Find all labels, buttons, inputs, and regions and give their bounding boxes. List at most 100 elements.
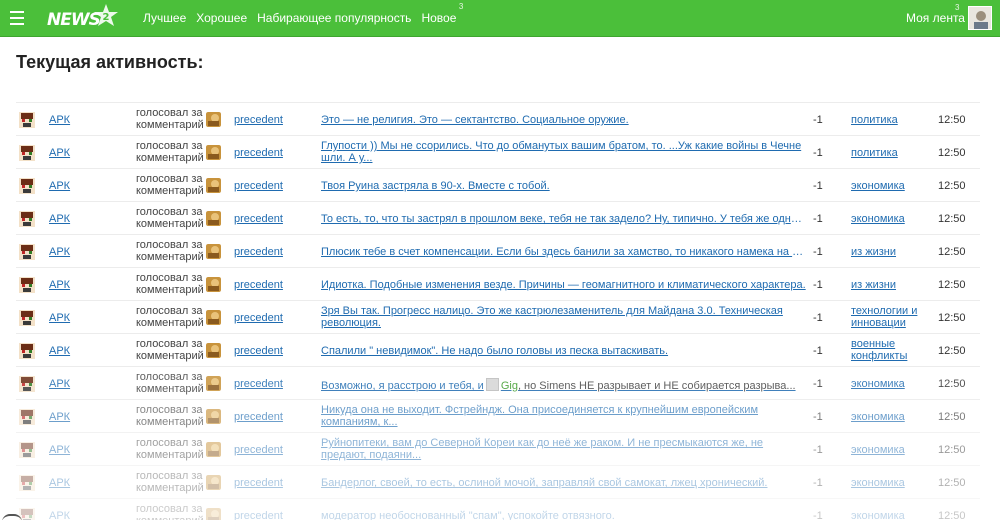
table-row: АРК голосовал за комментарий precedent Банд… — [16, 466, 980, 499]
timestamp: 12:50 — [938, 279, 966, 291]
table-row: АРК голосовал за комментарий precedent Спал… — [16, 334, 980, 367]
vote-score: -1 — [813, 411, 823, 423]
table-row: АРК голосовал за комментарий precedent Глуп… — [16, 136, 980, 169]
voter-name-link[interactable]: АРК — [49, 114, 70, 126]
voter-name-link[interactable]: АРК — [49, 510, 70, 520]
comment-text-link[interactable]: Никуда она не выходит. Фстрейндж. Она пр… — [321, 404, 806, 428]
nav-good[interactable]: Хорошее — [196, 11, 247, 25]
voter-name-link[interactable]: АРК — [49, 312, 70, 324]
author-name-link[interactable]: precedent — [234, 477, 283, 489]
mention-avatar-icon — [485, 378, 499, 391]
table-row: АРК голосовал за комментарий precedent Твоя… — [16, 169, 980, 202]
author-avatar-icon — [206, 211, 221, 226]
action-label: голосовал за комментарий — [136, 107, 204, 131]
timestamp: 12:50 — [938, 477, 966, 489]
author-name-link[interactable]: precedent — [234, 180, 283, 192]
author-name-link[interactable]: precedent — [234, 114, 283, 126]
author-name-link[interactable]: precedent — [234, 246, 283, 258]
author-name-link[interactable]: precedent — [234, 279, 283, 291]
logo-badge-icon: 2 — [94, 4, 118, 26]
voter-name-link[interactable]: АРК — [49, 147, 70, 159]
voter-name-link[interactable]: АРК — [49, 246, 70, 258]
author-avatar-icon — [206, 145, 221, 160]
comment-text-link[interactable]: Это — не религия. Это — сектантство. Соц… — [321, 114, 806, 126]
author-name-link[interactable]: precedent — [234, 510, 283, 520]
comment-text-link[interactable]: То есть, то, что ты застрял в прошлом ве… — [321, 213, 806, 225]
timestamp: 12:50 — [938, 378, 966, 390]
category-link[interactable]: политика — [851, 147, 921, 159]
table-row: АРК голосовал за комментарий precedent Возм… — [16, 367, 980, 400]
timestamp: 12:50 — [938, 312, 966, 324]
nav-best[interactable]: Лучшее — [143, 11, 186, 25]
action-label: голосовал за комментарий — [136, 239, 204, 263]
author-avatar-icon — [206, 475, 221, 490]
timestamp: 12:50 — [938, 444, 966, 456]
category-link[interactable]: экономика — [851, 444, 921, 456]
nav-trending[interactable]: Набирающее популярность — [257, 11, 411, 25]
category-link[interactable]: из жизни — [851, 279, 921, 291]
category-link[interactable]: экономика — [851, 378, 921, 390]
comment-text-link[interactable]: Руйнопитеки, вам до Северной Кореи как д… — [321, 437, 806, 461]
vote-score: -1 — [813, 510, 823, 520]
mention-user-link[interactable]: Gig — [501, 380, 518, 392]
category-link[interactable]: технологии и инновации — [851, 305, 921, 329]
comment-text-link[interactable]: Идиотка. Подобные изменения везде. Причи… — [321, 279, 806, 291]
author-name-link[interactable]: precedent — [234, 345, 283, 357]
vote-score: -1 — [813, 246, 823, 258]
author-avatar-icon — [206, 343, 221, 358]
category-link[interactable]: экономика — [851, 477, 921, 489]
voter-name-link[interactable]: АРК — [49, 411, 70, 423]
action-label: голосовал за комментарий — [136, 470, 204, 494]
user-avatar[interactable] — [968, 6, 992, 30]
author-name-link[interactable]: precedent — [234, 411, 283, 423]
voter-name-link[interactable]: АРК — [49, 378, 70, 390]
voter-name-link[interactable]: АРК — [49, 279, 70, 291]
voter-name-link[interactable]: АРК — [49, 345, 70, 357]
user-avatar-icon — [969, 7, 991, 29]
timestamp: 12:50 — [938, 180, 966, 192]
author-avatar-icon — [206, 244, 221, 259]
voter-name-link[interactable]: АРК — [49, 213, 70, 225]
author-name-link[interactable]: precedent — [234, 444, 283, 456]
voter-avatar-icon — [19, 178, 35, 194]
timestamp: 12:50 — [938, 246, 966, 258]
author-name-link[interactable]: precedent — [234, 378, 283, 390]
comment-text-link[interactable]: Возможно, я расстрою и тебя, и Gig, но Si… — [321, 378, 806, 392]
vote-score: -1 — [813, 147, 823, 159]
voter-name-link[interactable]: АРК — [49, 444, 70, 456]
voter-avatar-icon — [19, 409, 35, 425]
comment-text-link[interactable]: Зря Вы так. Прогресс налицо. Это же каст… — [321, 305, 806, 329]
logo-text: NEWS — [47, 10, 101, 30]
category-link[interactable]: из жизни — [851, 246, 921, 258]
comment-text-link[interactable]: Твоя Руина застряла в 90-х. Вместе с тоб… — [321, 180, 806, 192]
category-link[interactable]: политика — [851, 114, 921, 126]
comment-text-link[interactable]: Бандерлог, своей, то есть, ослиной мочой… — [321, 477, 806, 489]
author-avatar-icon — [206, 178, 221, 193]
timestamp: 12:50 — [938, 114, 966, 126]
category-link[interactable]: военные конфликты — [851, 338, 921, 362]
timestamp: 12:50 — [938, 411, 966, 423]
vote-score: -1 — [813, 180, 823, 192]
timestamp: 12:50 — [938, 213, 966, 225]
nav-new[interactable]: Новое 3 — [421, 2, 463, 25]
category-link[interactable]: экономика — [851, 213, 921, 225]
comment-text-link[interactable]: Глупости )) Мы не ссорились. Что до обма… — [321, 140, 806, 164]
table-row: АРК голосовал за комментарий precedent Зря … — [16, 301, 980, 334]
my-feed-link[interactable]: Моя лента — [906, 11, 965, 25]
vote-score: -1 — [813, 213, 823, 225]
category-link[interactable]: экономика — [851, 180, 921, 192]
category-link[interactable]: экономика — [851, 510, 921, 520]
author-name-link[interactable]: precedent — [234, 213, 283, 225]
author-avatar-icon — [206, 409, 221, 424]
table-row: АРК голосовал за комментарий precedent Руйн… — [16, 433, 980, 466]
comment-text-link[interactable]: модератор необоснованный "спам", успокой… — [321, 510, 806, 520]
comment-text-link[interactable]: Плюсик тебе в счет компенсации. Если бы … — [321, 246, 806, 258]
voter-name-link[interactable]: АРК — [49, 477, 70, 489]
author-name-link[interactable]: precedent — [234, 312, 283, 324]
comment-text-link[interactable]: Спалили " невидимок". Не надо было голов… — [321, 345, 806, 357]
author-name-link[interactable]: precedent — [234, 147, 283, 159]
voter-name-link[interactable]: АРК — [49, 180, 70, 192]
category-link[interactable]: экономика — [851, 411, 921, 423]
menu-icon[interactable] — [10, 11, 24, 25]
vote-score: -1 — [813, 378, 823, 390]
